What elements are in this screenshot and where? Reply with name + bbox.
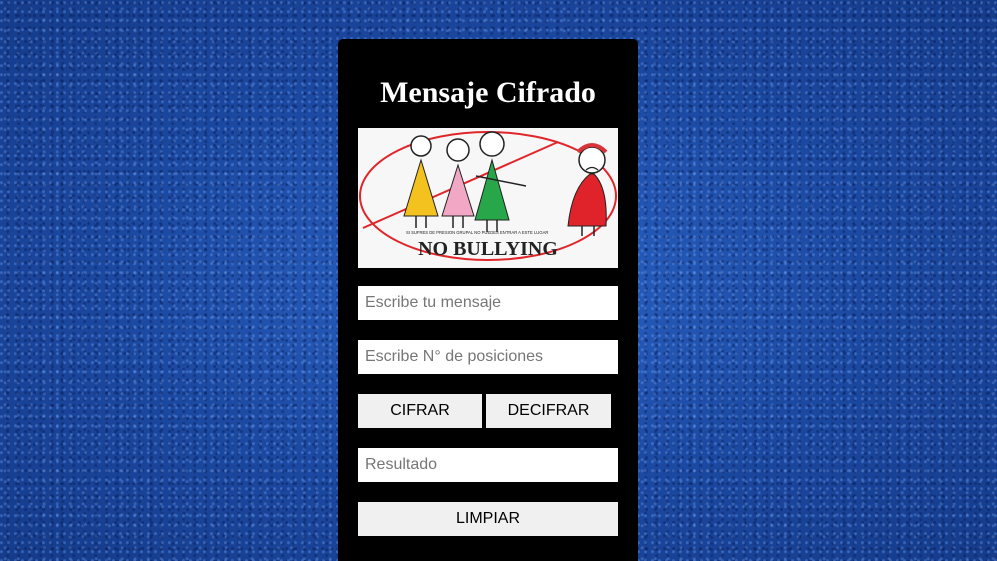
page-title: Mensaje Cifrado xyxy=(380,76,596,109)
child-body-yellow xyxy=(403,158,439,217)
sad-child-head xyxy=(578,146,606,174)
message-input[interactable] xyxy=(358,286,618,320)
no-bullying-banner-image: SI SUFRES DE PRESION GRUPAL NO PUEDES EN… xyxy=(358,128,618,268)
result-field[interactable] xyxy=(358,448,618,482)
child-head-3 xyxy=(479,131,505,157)
banner-headline: NO BULLYING xyxy=(418,238,558,260)
decrypt-button[interactable]: DECIFRAR xyxy=(486,394,611,428)
sad-child-body-red xyxy=(567,173,607,227)
child-head-1 xyxy=(410,135,432,157)
banner-small-text: SI SUFRES DE PRESION GRUPAL NO PUEDES EN… xyxy=(406,230,548,235)
cipher-card: Mensaje Cifrado SI SUFRES DE PRESION GRU… xyxy=(338,39,638,561)
clear-button[interactable]: LIMPIAR xyxy=(358,502,618,536)
encrypt-button[interactable]: CIFRAR xyxy=(358,394,482,428)
child-body-green xyxy=(474,158,510,221)
child-head-2 xyxy=(446,138,470,162)
positions-input[interactable] xyxy=(358,340,618,374)
no-bullying-illustration: SI SUFRES DE PRESION GRUPAL NO PUEDES EN… xyxy=(359,131,617,261)
